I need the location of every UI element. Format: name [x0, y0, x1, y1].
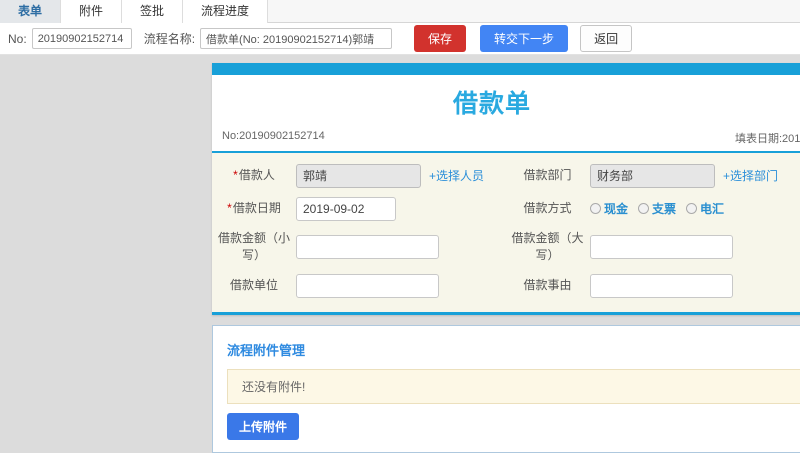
document-column: 借款单 No:20190902152714 填表日期:2019-09-02 15… [212, 63, 800, 453]
form-bottom-bar [212, 312, 800, 315]
process-name-input[interactable] [200, 28, 393, 49]
amount-small-input[interactable] [296, 235, 439, 259]
form-row-borrower-dept: *借款人 +选择人员 借款部门 +选择部门 [212, 159, 800, 192]
form-meta-row: No:20190902152714 填表日期:2019-09-02 15:27:… [212, 128, 800, 148]
loan-date-input[interactable] [296, 196, 396, 221]
form-row-unit-reason: 借款单位 借款事由 [212, 269, 800, 302]
loan-unit-input[interactable] [296, 273, 439, 298]
form-title: 借款单 [452, 90, 531, 118]
form-row-amounts: 借款金额（小写） 借款金额（大写） [212, 225, 800, 269]
document-number: No:20190902152714 [222, 130, 325, 142]
tab-attachment[interactable]: 附件 [61, 0, 123, 23]
radio-icon [638, 203, 650, 214]
loan-reason-input[interactable] [590, 273, 733, 298]
save-button[interactable]: 保存 [414, 25, 467, 52]
form-fields: *借款人 +选择人员 借款部门 +选择部门 *借款日期 [212, 153, 800, 312]
required-mark: * [227, 201, 232, 215]
no-input[interactable] [31, 28, 132, 49]
radio-cash[interactable]: 现金 [590, 200, 628, 217]
borrower-label: *借款人 [233, 168, 275, 182]
tab-progress[interactable]: 流程进度 [183, 0, 269, 23]
select-person-link[interactable]: +选择人员 [429, 167, 484, 184]
no-attachment-alert: 还没有附件! [227, 369, 800, 404]
attachment-heading: 流程附件管理 [227, 343, 306, 358]
radio-icon [686, 203, 698, 214]
loan-form-panel: 借款单 No:20190902152714 填表日期:2019-09-02 15… [212, 63, 800, 315]
fill-date: 填表日期:2019-09-02 15:27:1 [735, 133, 800, 145]
required-mark: * [233, 168, 238, 182]
process-name-label: 流程名称: [143, 32, 196, 46]
forward-next-step-button[interactable]: 转交下一步 [480, 25, 569, 52]
amount-big-input[interactable] [590, 235, 733, 259]
tab-form[interactable]: 表单 [0, 0, 62, 23]
radio-icon [590, 203, 601, 214]
form-top-bar [212, 63, 800, 75]
loan-method-label: 借款方式 [523, 201, 572, 215]
back-button[interactable]: 返回 [580, 25, 633, 52]
dept-input[interactable] [590, 163, 715, 188]
loan-date-label: *借款日期 [227, 201, 281, 215]
amount-small-label: 借款金额（小写） [218, 231, 291, 262]
action-toolbar: No: 流程名称: 保存 转交下一步 返回 [0, 23, 800, 55]
attachment-panel: 流程附件管理 还没有附件! 上传附件 [212, 325, 800, 453]
loan-reason-label: 借款事由 [523, 278, 572, 292]
no-label: No: [8, 31, 27, 46]
radio-cheque[interactable]: 支票 [638, 200, 676, 217]
borrower-input[interactable] [296, 163, 421, 188]
dept-label: 借款部门 [523, 168, 572, 182]
loan-method-options: 现金 支票 电汇 [590, 200, 800, 217]
amount-big-label: 借款金额（大写） [511, 231, 584, 262]
main-area: 借款单 No:20190902152714 填表日期:2019-09-02 15… [0, 55, 800, 453]
top-tab-bar: 表单 附件 签批 流程进度 [0, 0, 800, 23]
select-dept-link[interactable]: +选择部门 [723, 167, 778, 184]
tab-approval[interactable]: 签批 [122, 0, 184, 23]
radio-wire[interactable]: 电汇 [686, 200, 724, 217]
upload-attachment-button[interactable]: 上传附件 [227, 413, 300, 440]
loan-unit-label: 借款单位 [229, 278, 278, 292]
form-row-date-method: *借款日期 借款方式 现金 支票 [212, 192, 800, 225]
